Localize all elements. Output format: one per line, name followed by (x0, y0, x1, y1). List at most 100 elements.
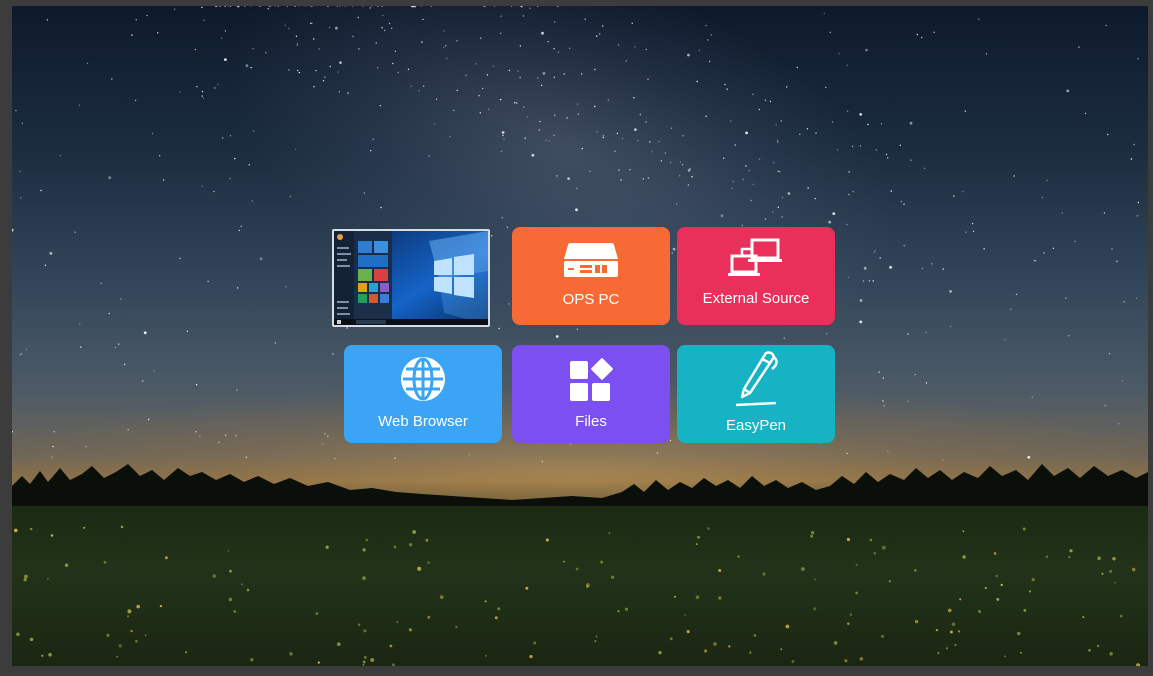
star (705, 24, 707, 27)
star (108, 312, 110, 315)
star (524, 137, 526, 139)
meadow-flower (1068, 556, 1071, 558)
star (298, 71, 301, 74)
star (514, 102, 516, 104)
star (567, 177, 570, 181)
meadow-flower (996, 597, 1000, 601)
meadow-flower (785, 624, 790, 629)
meadow-flower (408, 628, 412, 632)
star (983, 248, 985, 250)
meadow-flower (962, 530, 965, 533)
ops-pc-tile[interactable]: OPS PC (512, 227, 670, 325)
easypen-tile[interactable]: EasyPen (677, 345, 835, 443)
star (848, 171, 850, 173)
star (1121, 380, 1124, 382)
star (1010, 308, 1012, 310)
star (240, 225, 242, 228)
home-screen: OPS PC External Source Web Browser Files… (12, 6, 1148, 666)
star (202, 97, 205, 99)
star (250, 6, 252, 7)
star (159, 155, 161, 157)
star (492, 65, 495, 67)
star (456, 89, 458, 92)
star (179, 257, 181, 260)
meadow-flower (246, 588, 250, 592)
star (446, 57, 448, 60)
files-tile[interactable]: Files (512, 345, 670, 443)
star (487, 108, 490, 111)
meadow-flower (753, 634, 757, 637)
external-source-tile[interactable]: External Source (677, 227, 835, 325)
web-browser-tile[interactable]: Web Browser (344, 345, 502, 443)
star (557, 51, 560, 53)
star (581, 147, 583, 150)
meadow-flower (586, 583, 590, 587)
star (1065, 297, 1067, 299)
meadow-flower (1114, 581, 1116, 584)
star (647, 177, 650, 179)
meadow-flower (791, 660, 795, 663)
star (687, 184, 690, 186)
star (1108, 352, 1111, 355)
star (337, 71, 339, 73)
meadow-flower (947, 608, 952, 613)
star (315, 69, 317, 72)
star (865, 48, 868, 52)
star (510, 6, 513, 7)
star (120, 298, 122, 300)
star (392, 62, 394, 65)
meadow-flower (810, 531, 815, 535)
star (311, 22, 313, 24)
star (651, 151, 653, 153)
star (925, 331, 927, 333)
star (108, 176, 112, 180)
meadow-flower (833, 641, 838, 645)
star (1078, 46, 1080, 48)
star (723, 157, 725, 159)
star (887, 157, 889, 159)
star (224, 30, 227, 32)
star (245, 64, 249, 67)
star (379, 105, 381, 107)
star (660, 160, 662, 162)
meadow-flower (417, 566, 422, 571)
star (555, 335, 559, 338)
star (1116, 260, 1118, 262)
star (217, 83, 219, 86)
meadow-flower (370, 658, 375, 662)
star (846, 64, 848, 66)
meadow-flower (389, 644, 393, 648)
star (1105, 24, 1107, 27)
meadow-flower (914, 619, 919, 624)
star (645, 121, 647, 123)
star (829, 31, 831, 33)
meadow-flower (357, 623, 361, 626)
meadow-flower (362, 660, 366, 664)
star (1043, 252, 1045, 254)
star (277, 6, 279, 7)
star (596, 131, 598, 133)
meadow-flower (529, 655, 533, 659)
star (879, 257, 881, 259)
star (1015, 293, 1018, 296)
star (537, 6, 539, 7)
star (637, 139, 639, 142)
star (252, 48, 254, 50)
star (933, 31, 935, 33)
star (74, 231, 76, 233)
star (19, 170, 21, 173)
star (971, 222, 974, 225)
meadow-flower (859, 657, 864, 661)
connected-monitors-icon (728, 238, 782, 276)
windows-desktop-preview-tile[interactable] (332, 229, 490, 327)
star (157, 32, 159, 34)
star (745, 131, 748, 135)
star (838, 52, 840, 55)
star (545, 139, 547, 142)
meadow-flower (497, 607, 501, 611)
star (602, 135, 605, 137)
meadow-flower (144, 634, 147, 637)
star (724, 83, 726, 86)
star (978, 18, 980, 20)
star (780, 120, 782, 122)
